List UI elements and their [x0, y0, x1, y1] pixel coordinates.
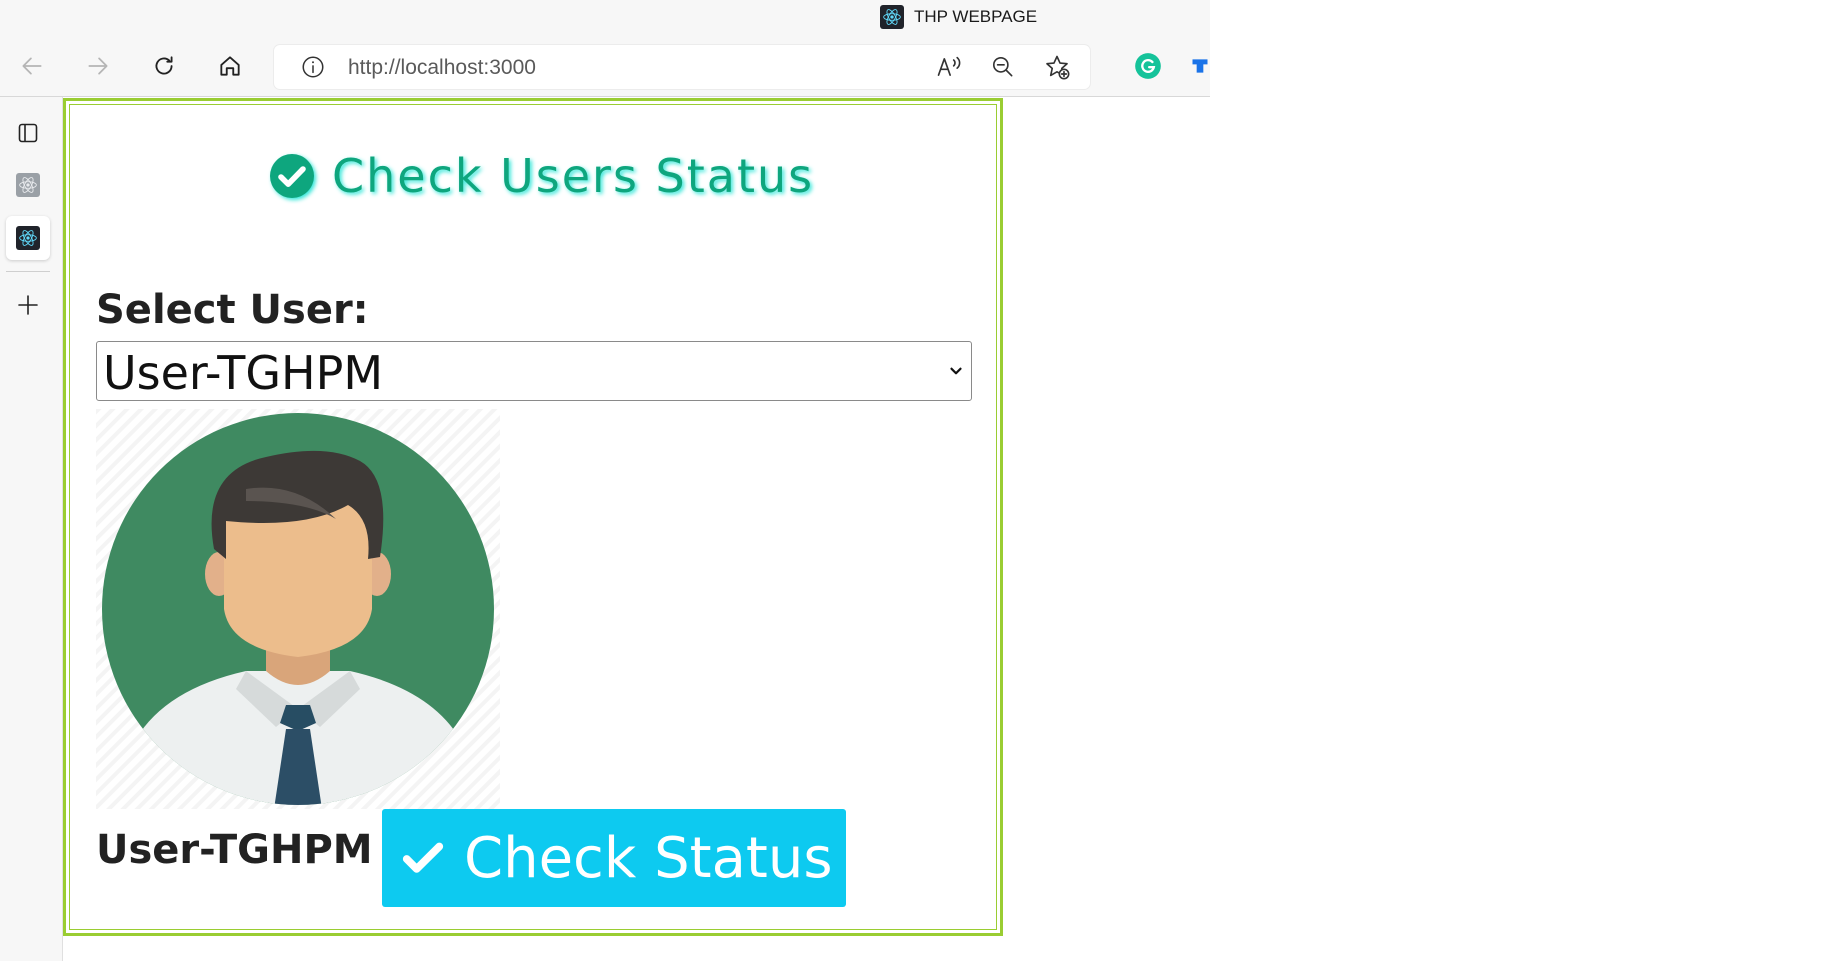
back-button[interactable] — [12, 46, 52, 86]
zoom-out-icon[interactable] — [988, 52, 1018, 82]
tab-title-text: THP WEBPAGE — [914, 7, 1038, 26]
selected-user-name: User-TGHPM — [96, 827, 373, 873]
home-button[interactable] — [210, 46, 250, 86]
extension-button[interactable] — [1190, 46, 1210, 86]
site-info-icon[interactable] — [298, 52, 328, 82]
chevron-down-icon — [950, 367, 962, 375]
tab-actions-button[interactable] — [6, 111, 50, 155]
address-port: :3000 — [483, 56, 536, 79]
grammarly-icon — [1135, 53, 1161, 79]
new-tab-button[interactable] — [6, 283, 50, 327]
forward-icon — [88, 57, 108, 75]
page-title: Check Users Status — [332, 149, 815, 203]
back-icon — [22, 57, 42, 75]
extension-icon — [1192, 59, 1208, 73]
check-status-button-label: Check Status — [464, 825, 833, 891]
forward-button[interactable] — [78, 46, 118, 86]
tab-actions-icon — [18, 123, 38, 143]
address-host: http://localhost — [348, 56, 484, 79]
react-logo-icon — [16, 173, 40, 197]
sidebar-tab-active[interactable] — [6, 216, 50, 260]
user-select[interactable]: User-TGHPM — [96, 341, 972, 401]
address-bar[interactable]: http://localhost:3000 — [274, 45, 1090, 89]
browser-window: THP WEBPAGE http://localhost:3000 Check … — [0, 0, 1842, 961]
react-logo-icon — [16, 226, 40, 250]
address-url[interactable]: http://localhost:3000 — [348, 56, 536, 80]
sidebar-divider — [6, 271, 50, 272]
user-status-card: Check Users Status Select User: User-TGH… — [63, 98, 1003, 936]
user-avatar — [96, 409, 500, 809]
react-logo-icon — [880, 5, 904, 29]
page-heading: Check Users Status — [268, 149, 814, 203]
check-status-button[interactable]: Check Status — [382, 809, 846, 907]
browser-toolbar: http://localhost:3000 — [0, 36, 1210, 97]
grammarly-extension-button[interactable] — [1128, 46, 1168, 86]
active-tab[interactable]: THP WEBPAGE — [880, 4, 1037, 30]
user-select-value: User-TGHPM — [103, 346, 384, 400]
check-icon — [402, 842, 444, 873]
select-user-label: Select User: — [96, 287, 369, 333]
new-tab-icon — [18, 295, 38, 315]
title-bar: THP WEBPAGE — [0, 0, 1210, 36]
sidebar-tab-inactive[interactable] — [6, 163, 50, 207]
refresh-button[interactable] — [144, 46, 184, 86]
refresh-icon — [155, 56, 173, 75]
add-favorite-icon[interactable] — [1042, 52, 1072, 82]
vertical-tabs-sidebar — [0, 97, 63, 961]
read-aloud-icon[interactable] — [934, 52, 964, 82]
check-circle-icon — [270, 154, 314, 198]
home-icon — [220, 56, 240, 76]
